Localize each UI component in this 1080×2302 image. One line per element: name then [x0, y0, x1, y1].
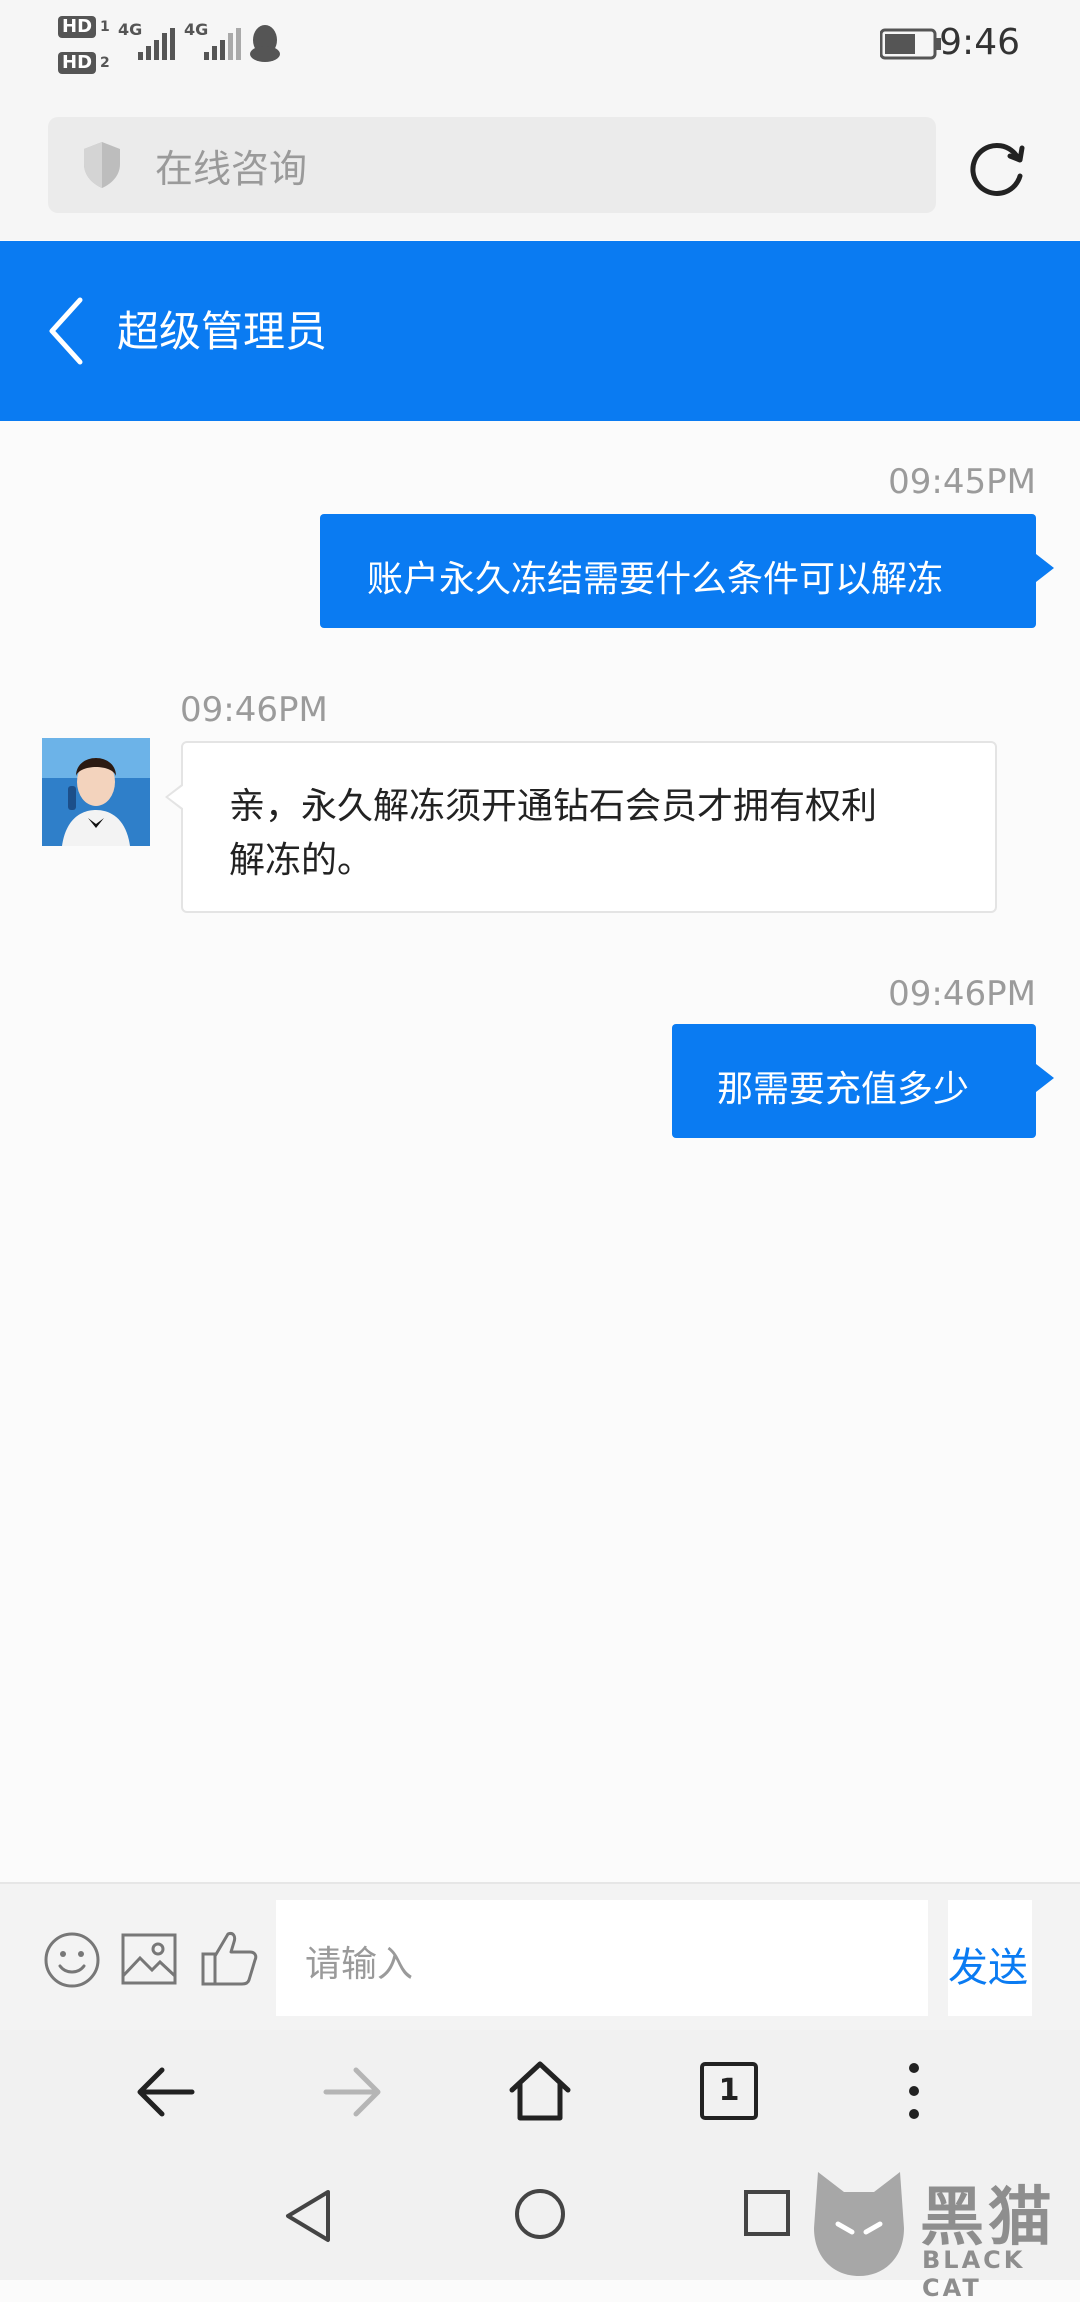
chat-title: 超级管理员: [117, 307, 328, 356]
clock: 9:46: [939, 22, 1020, 63]
black-cat-logo-icon: [814, 2172, 904, 2276]
outgoing-message-bubble[interactable]: 账户永久冻结需要什么条件可以解冻: [320, 514, 1054, 628]
agent-avatar: [42, 738, 150, 846]
hd-badge: HD: [58, 52, 97, 74]
hd-badge: HD: [58, 16, 97, 38]
security-shield-icon: [84, 142, 120, 188]
battery-icon: [880, 28, 941, 60]
message-timestamp: 09:46PM: [888, 974, 1036, 1014]
sim1-indicator: HD 1: [58, 16, 110, 38]
browser-back-icon[interactable]: [136, 2064, 196, 2120]
message-timestamp: 09:46PM: [180, 690, 328, 730]
message-text: 那需要充值多少: [717, 1069, 970, 1110]
message-text-line: 解冻的。: [229, 840, 374, 881]
signal-2-icon: [204, 28, 241, 60]
thumbs-up-icon[interactable]: [200, 1928, 258, 1988]
url-text: 在线咨询: [155, 147, 308, 191]
emoji-icon[interactable]: [42, 1930, 102, 1990]
sim2-indicator: HD 2: [58, 52, 110, 74]
refresh-icon[interactable]: [962, 132, 1032, 202]
nav-back-triangle-icon[interactable]: [282, 2186, 334, 2246]
signal-1-icon: [138, 28, 175, 60]
message-text-line: 亲，永久解冻须开通钻石会员才拥有权利: [229, 786, 878, 827]
watermark-cn: 黑猫: [920, 2181, 1056, 2255]
browser-forward-icon[interactable]: [322, 2064, 382, 2120]
sim-number: 1: [100, 19, 110, 35]
incoming-message-bubble[interactable]: 亲，永久解冻须开通钻石会员才拥有权利 解冻的。: [165, 741, 997, 913]
message-input-placeholder: 请输入: [305, 1944, 414, 1985]
qq-penguin-icon: [250, 25, 280, 62]
nav-recents-square-icon[interactable]: [742, 2188, 792, 2238]
home-icon[interactable]: [508, 2060, 572, 2122]
more-menu-icon[interactable]: [906, 2060, 922, 2122]
status-bar: HD 1 HD 2 4G 4G 9:46: [0, 0, 1080, 100]
message-timestamp: 09:45PM: [888, 462, 1036, 502]
tab-count: 1: [718, 2073, 740, 2108]
tabs-button[interactable]: 1: [700, 2062, 758, 2120]
image-icon[interactable]: [120, 1932, 178, 1986]
outgoing-message-bubble[interactable]: 那需要充值多少: [672, 1024, 1054, 1138]
send-button[interactable]: 发送: [948, 1935, 1028, 1993]
back-chevron-icon[interactable]: [44, 296, 90, 366]
nav-home-circle-icon[interactable]: [512, 2186, 568, 2242]
watermark-en: BLACK CAT: [922, 2246, 1026, 2302]
sim-number: 2: [100, 55, 110, 71]
message-text: 账户永久冻结需要什么条件可以解冻: [367, 559, 944, 600]
